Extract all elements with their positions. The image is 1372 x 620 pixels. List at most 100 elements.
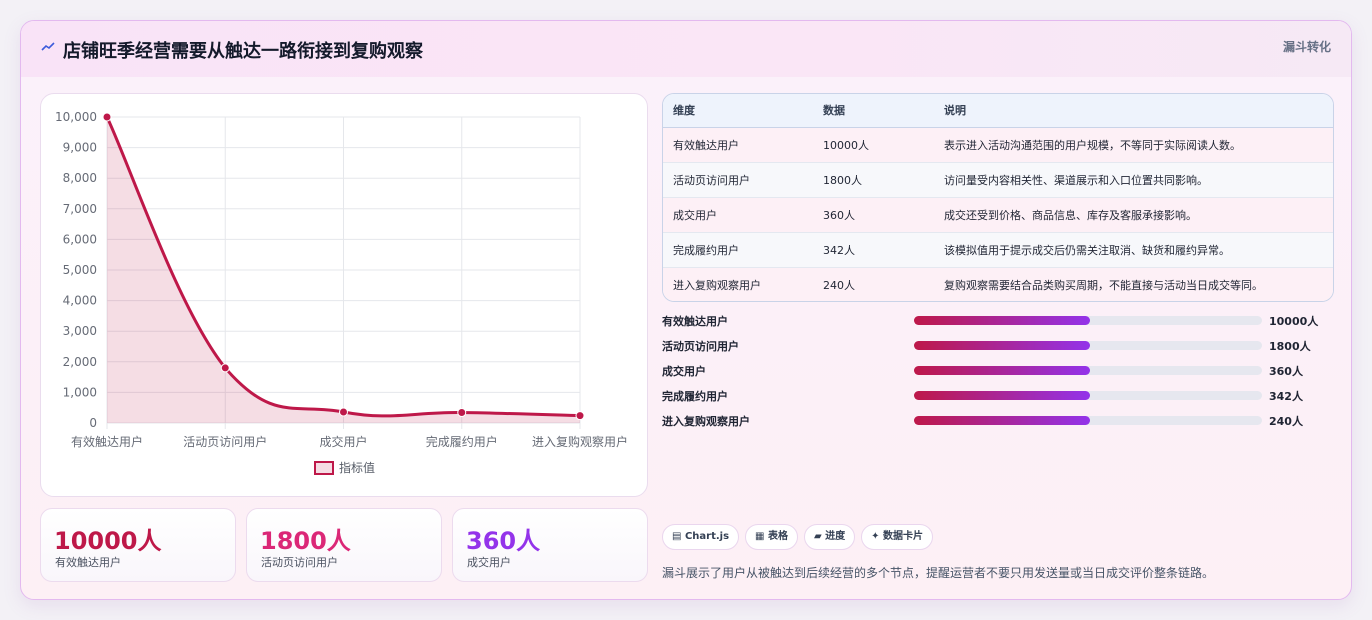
- stat-card-deal: 360人 成交用户: [452, 508, 648, 582]
- table-header-row: 维度 数据 说明: [663, 94, 1333, 128]
- chip-progress[interactable]: ▰ 进度: [803, 524, 856, 550]
- table-cell: 成交还受到价格、商品信息、库存及客服承接影响。: [944, 208, 1197, 222]
- feature-chips: ▤ Chart.js ▦ 表格 ▰ 进度 ✦ 数据卡片: [662, 524, 939, 550]
- y-tick-label: 10,000: [55, 110, 97, 124]
- column-header: 数据: [823, 94, 944, 128]
- chip-data-card[interactable]: ✦ 数据卡片: [861, 524, 934, 550]
- table-cell: 10000人: [823, 138, 869, 152]
- footnote: 漏斗展示了用户从被触达到后续经营的多个节点，提醒运营者不要只用发送量或当日成交评…: [662, 566, 1215, 580]
- progress-fill: [914, 316, 1090, 325]
- x-tick-label: 完成履约用户: [426, 434, 498, 449]
- table-cell: 完成履约用户: [673, 243, 739, 257]
- progress-row: 有效触达用户 10000人: [662, 313, 1334, 338]
- table-row: 有效触达用户 10000人 表示进入活动沟通范围的用户规模，不等同于实际阅读人数…: [663, 127, 1333, 162]
- page-title: 店铺旺季经营需要从触达一路衔接到复购观察: [63, 41, 423, 62]
- data-point: [339, 407, 348, 417]
- y-tick-label: 2,000: [63, 355, 97, 369]
- data-point: [102, 112, 112, 122]
- progress-label: 完成履约用户: [662, 390, 728, 403]
- y-tick-label: 5,000: [63, 263, 97, 277]
- progress-label: 成交用户: [662, 365, 706, 378]
- funnel-card: 店铺旺季经营需要从触达一路衔接到复购观察 漏斗转化 0 1,000 2,000 3,0…: [20, 20, 1352, 600]
- progress-value: 1800人: [1269, 340, 1311, 353]
- progress-track: [914, 391, 1262, 400]
- table-cell: 复购观察需要结合品类购买周期，不能直接与活动当日成交等同。: [944, 278, 1263, 292]
- table-row: 完成履约用户 342人 该模拟值用于提示成交后仍需关注取消、缺货和履约异常。: [663, 232, 1333, 267]
- x-tick-label: 成交用户: [319, 434, 367, 449]
- progress-value: 360人: [1269, 365, 1303, 378]
- table-cell: 360人: [823, 208, 855, 222]
- table-cell: 表示进入活动沟通范围的用户规模，不等同于实际阅读人数。: [944, 138, 1241, 152]
- progress-value: 342人: [1269, 390, 1303, 403]
- legend-label: 指标值: [339, 460, 375, 475]
- y-tick-label: 0: [89, 416, 97, 430]
- progress-row: 成交用户 360人: [662, 363, 1334, 388]
- y-tick-label: 1,000: [63, 385, 97, 399]
- y-tick-label: 8,000: [63, 171, 97, 185]
- stat-value: 360人: [466, 527, 541, 555]
- category-tag: 漏斗转化: [1282, 40, 1331, 54]
- table-cell: 240人: [823, 278, 855, 292]
- table-cell: 1800人: [823, 173, 862, 187]
- table-cell: 访问量受内容相关性、渠道展示和入口位置共同影响。: [944, 173, 1208, 187]
- y-tick-label: 7,000: [63, 202, 97, 216]
- progress-list: 有效触达用户 10000人 活动页访问用户 1800人 成交用户 360人 完成…: [662, 313, 1334, 438]
- progress-row: 进入复购观察用户 240人: [662, 413, 1334, 438]
- x-tick-label: 活动页访问用户: [183, 434, 267, 449]
- legend-swatch: [314, 461, 334, 475]
- chip-table[interactable]: ▦ 表格: [745, 524, 798, 550]
- stat-label: 成交用户: [467, 556, 511, 569]
- table-row: 进入复购观察用户 240人 复购观察需要结合品类购买周期，不能直接与活动当日成交…: [663, 267, 1333, 301]
- x-tick-label: 有效触达用户: [71, 434, 143, 449]
- progress-value: 10000人: [1269, 315, 1319, 328]
- data-point: [575, 411, 585, 421]
- trend-line-icon: [41, 42, 55, 51]
- progress-track: [914, 341, 1262, 350]
- y-tick-label: 4,000: [63, 294, 97, 308]
- stat-value: 10000人: [54, 527, 162, 555]
- progress-value: 240人: [1269, 415, 1303, 428]
- data-point: [220, 363, 230, 373]
- stat-label: 有效触达用户: [55, 556, 121, 569]
- table-cell: 活动页访问用户: [673, 173, 750, 187]
- stat-card-visit: 1800人 活动页访问用户: [246, 508, 442, 582]
- y-tick-label: 3,000: [63, 324, 97, 338]
- chip-chartjs[interactable]: ▤ Chart.js: [662, 524, 740, 550]
- table-cell: 进入复购观察用户: [673, 278, 761, 292]
- sparkle-icon: ✦: [871, 531, 880, 542]
- stat-label: 活动页访问用户: [261, 556, 338, 569]
- progress-row: 活动页访问用户 1800人: [662, 338, 1334, 363]
- table-cell: 有效触达用户: [673, 138, 739, 152]
- chip-label: 进度: [825, 531, 846, 542]
- progress-row: 完成履约用户 342人: [662, 388, 1334, 413]
- line-chart-panel: 0 1,000 2,000 3,000 4,000 5,000 6,000 7,000 8,00…: [40, 93, 648, 497]
- chip-label: Chart.js: [684, 531, 730, 542]
- table-cell: 成交用户: [673, 208, 717, 222]
- progress-icon: ▰: [813, 531, 822, 542]
- y-tick-label: 9,000: [63, 141, 97, 155]
- progress-label: 有效触达用户: [662, 315, 728, 328]
- chart-icon: ▤: [672, 531, 682, 542]
- table-cell: 342人: [823, 243, 855, 257]
- progress-track: [914, 316, 1262, 325]
- data-point: [457, 408, 467, 418]
- progress-label: 活动页访问用户: [662, 340, 739, 353]
- progress-fill: [914, 341, 1090, 350]
- chip-label: 表格: [767, 531, 788, 542]
- stat-value: 1800人: [260, 527, 351, 555]
- progress-track: [914, 366, 1262, 375]
- x-tick-label: 进入复购观察用户: [532, 434, 628, 449]
- data-table: 维度 数据 说明 有效触达用户 10000人 表示进入活动沟通范围的用户规模，不…: [662, 93, 1334, 302]
- table-cell: 该模拟值用于提示成交后仍需关注取消、缺货和履约异常。: [944, 243, 1230, 257]
- stat-card-reach: 10000人 有效触达用户: [40, 508, 236, 582]
- table-row: 成交用户 360人 成交还受到价格、商品信息、库存及客服承接影响。: [663, 197, 1333, 232]
- progress-fill: [914, 391, 1090, 400]
- y-tick-label: 6,000: [63, 232, 97, 246]
- table-icon: ▦: [755, 531, 765, 542]
- progress-track: [914, 416, 1262, 425]
- table-row: 活动页访问用户 1800人 访问量受内容相关性、渠道展示和入口位置共同影响。: [663, 162, 1333, 197]
- progress-fill: [914, 366, 1090, 375]
- card-header: 店铺旺季经营需要从触达一路衔接到复购观察 漏斗转化: [21, 21, 1351, 77]
- progress-label: 进入复购观察用户: [662, 415, 750, 428]
- chip-label: 数据卡片: [883, 531, 924, 542]
